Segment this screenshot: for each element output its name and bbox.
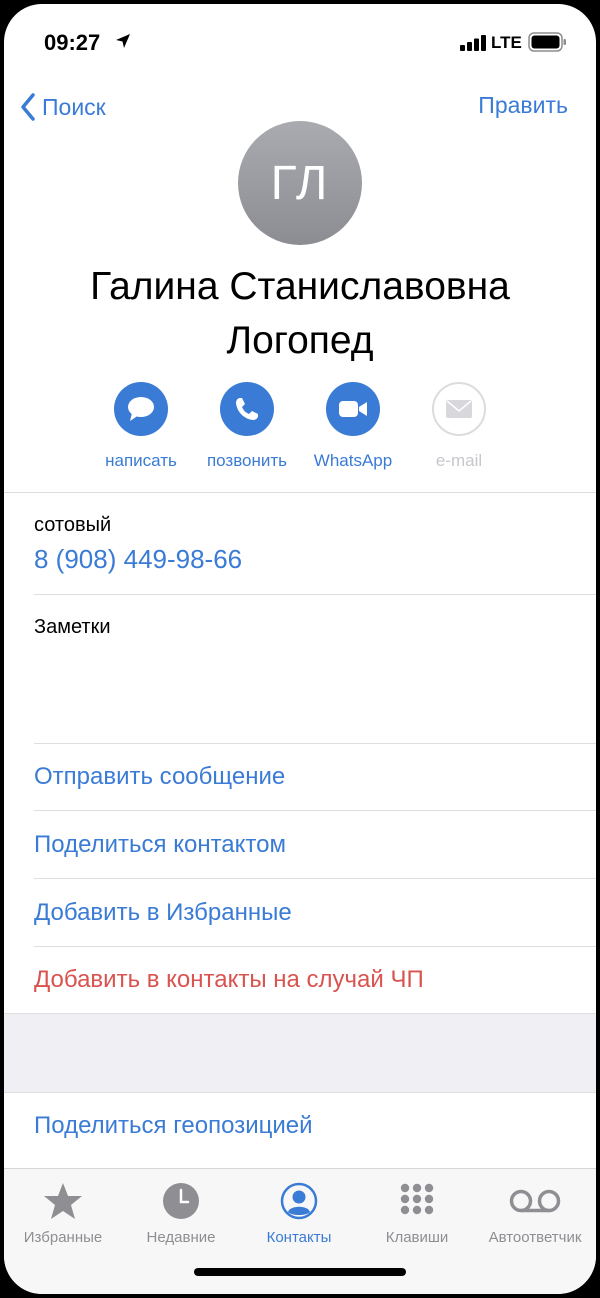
voicemail-icon [476, 1179, 594, 1223]
keypad-icon [358, 1179, 476, 1223]
person-icon [240, 1179, 358, 1223]
contact-name-line1: Галина Станиславовна [90, 265, 510, 308]
action-message-label: написать [105, 451, 177, 470]
avatar-initials: ГЛ [270, 156, 330, 210]
back-button-label: Поиск [42, 93, 106, 120]
share-location-link[interactable]: Поделиться геопозицией [34, 1112, 313, 1140]
status-time: 09:27 [44, 30, 101, 55]
quick-actions: написать позвонить WhatsApp e-mail [4, 382, 596, 482]
video-icon [326, 382, 380, 436]
tab-contacts-label: Контакты [266, 1229, 332, 1246]
section-spacer [4, 1014, 596, 1092]
message-icon [114, 382, 168, 436]
battery-icon [528, 32, 566, 52]
status-bar: 09:27 LTE [4, 4, 596, 74]
send-message-link[interactable]: Отправить сообщение [34, 763, 285, 791]
tab-favorites[interactable]: Избранные [4, 1179, 122, 1246]
action-video[interactable]: WhatsApp [298, 382, 408, 471]
mail-icon [432, 382, 486, 436]
action-video-label: WhatsApp [313, 451, 393, 470]
phone-icon [220, 382, 274, 436]
tab-recents[interactable]: Недавние [122, 1179, 240, 1246]
chevron-left-icon [21, 93, 35, 121]
divider [34, 810, 596, 811]
tab-keypad-label: Клавиши [385, 1229, 449, 1246]
tab-voicemail[interactable]: Автоответчик [476, 1179, 594, 1246]
action-call[interactable]: позвонить [192, 382, 302, 471]
contact-name-line2: Логопед [226, 319, 374, 362]
contact-name: Галина Станиславовна Логопед [4, 260, 596, 368]
divider [34, 878, 596, 879]
clock-icon [122, 1179, 240, 1223]
share-contact-link[interactable]: Поделиться контактом [34, 831, 286, 859]
action-mail[interactable]: e-mail [404, 382, 514, 471]
notes-label: Заметки [34, 616, 111, 638]
signal-bars-icon [460, 35, 486, 51]
location-arrow-icon [116, 34, 130, 48]
divider [34, 743, 596, 744]
divider [34, 946, 596, 947]
notes-field[interactable] [34, 644, 574, 740]
avatar: ГЛ [238, 121, 362, 245]
action-call-label: позвонить [206, 451, 288, 470]
star-icon [4, 1179, 122, 1223]
network-type: LTE [491, 33, 522, 52]
tab-contacts[interactable]: Контакты [240, 1179, 358, 1246]
action-mail-label: e-mail [435, 451, 483, 470]
divider [4, 1092, 596, 1093]
edit-button[interactable]: Править [478, 92, 568, 119]
action-message[interactable]: написать [86, 382, 196, 471]
divider [4, 492, 596, 493]
tab-voicemail-label: Автоответчик [488, 1229, 582, 1246]
phone-screen: 09:27 LTE Поиск Править ГЛ Галина Станис… [4, 4, 596, 1294]
tab-keypad[interactable]: Клавиши [358, 1179, 476, 1246]
add-favorites-link[interactable]: Добавить в Избранные [34, 899, 292, 927]
tab-favorites-label: Избранные [23, 1229, 103, 1246]
phone-number[interactable]: 8 (908) 449-98-66 [34, 544, 242, 575]
phone-label: сотовый [34, 514, 112, 536]
divider [34, 594, 596, 595]
home-indicator[interactable] [194, 1268, 406, 1276]
tab-recents-label: Недавние [146, 1229, 216, 1246]
back-button[interactable]: Поиск [20, 90, 106, 124]
add-emergency-contact-link[interactable]: Добавить в контакты на случай ЧП [34, 966, 424, 994]
